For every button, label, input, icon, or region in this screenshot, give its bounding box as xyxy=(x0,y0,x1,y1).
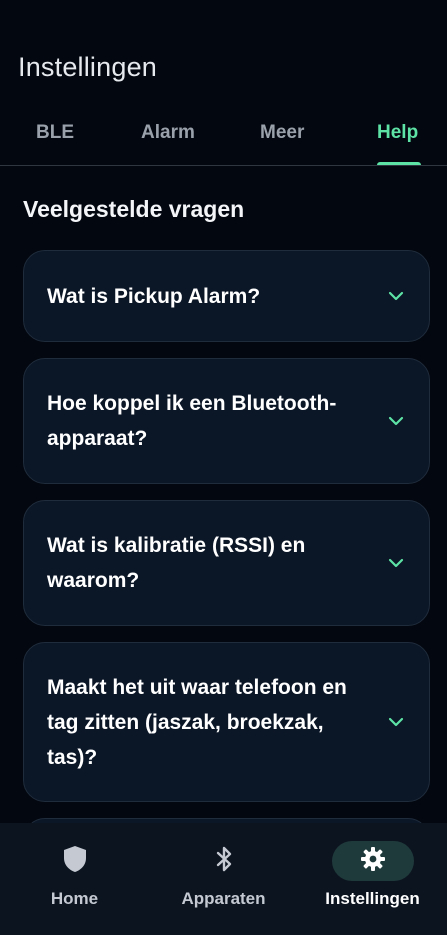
nav-instellingen-label: Instellingen xyxy=(325,889,420,908)
faq-item[interactable]: Maakt het uit waar telefoon en tag zitte… xyxy=(23,642,430,802)
tab-ble[interactable]: BLE xyxy=(36,122,74,144)
chevron-down-icon xyxy=(387,554,405,572)
page-title: Instellingen xyxy=(18,52,157,82)
faq-question: Hoe koppel ik een Bluetooth-apparaat? xyxy=(47,392,337,450)
chevron-down-icon xyxy=(387,412,405,430)
tab-bar: BLE Alarm Meer Help xyxy=(0,110,447,166)
shield-icon xyxy=(62,844,88,879)
nav-apparaten[interactable]: Apparaten xyxy=(149,823,298,935)
faq-item[interactable]: Wat is kalibratie (RSSI) en waarom? xyxy=(23,500,430,626)
faq-question: Wat is kalibratie (RSSI) en waarom? xyxy=(47,534,306,592)
chevron-down-icon xyxy=(387,713,405,731)
gear-icon xyxy=(360,846,386,877)
chevron-down-icon xyxy=(387,287,405,305)
faq-question: Wat is Pickup Alarm? xyxy=(47,284,261,308)
nav-home-label: Home xyxy=(50,889,99,908)
nav-apparaten-label: Apparaten xyxy=(181,889,266,908)
nav-instellingen[interactable]: Instellingen xyxy=(298,823,447,935)
tab-help[interactable]: Help xyxy=(377,122,418,144)
nav-active-pill xyxy=(331,841,414,881)
active-tab-indicator xyxy=(377,162,421,165)
tab-alarm[interactable]: Alarm xyxy=(141,122,195,144)
bottom-nav: Home Apparaten Instellingen xyxy=(0,823,447,935)
faq-item[interactable]: Wat is Pickup Alarm? xyxy=(23,250,430,342)
tab-meer[interactable]: Meer xyxy=(260,122,304,144)
faq-section-title: Veelgestelde vragen xyxy=(23,196,245,222)
faq-item[interactable]: Hoe koppel ik een Bluetooth-apparaat? xyxy=(23,358,430,484)
faq-list: Wat is Pickup Alarm? Hoe koppel ik een B… xyxy=(23,250,430,894)
bluetooth-icon xyxy=(213,845,235,878)
faq-question: Maakt het uit waar telefoon en tag zitte… xyxy=(47,675,347,769)
nav-home[interactable]: Home xyxy=(0,823,149,935)
